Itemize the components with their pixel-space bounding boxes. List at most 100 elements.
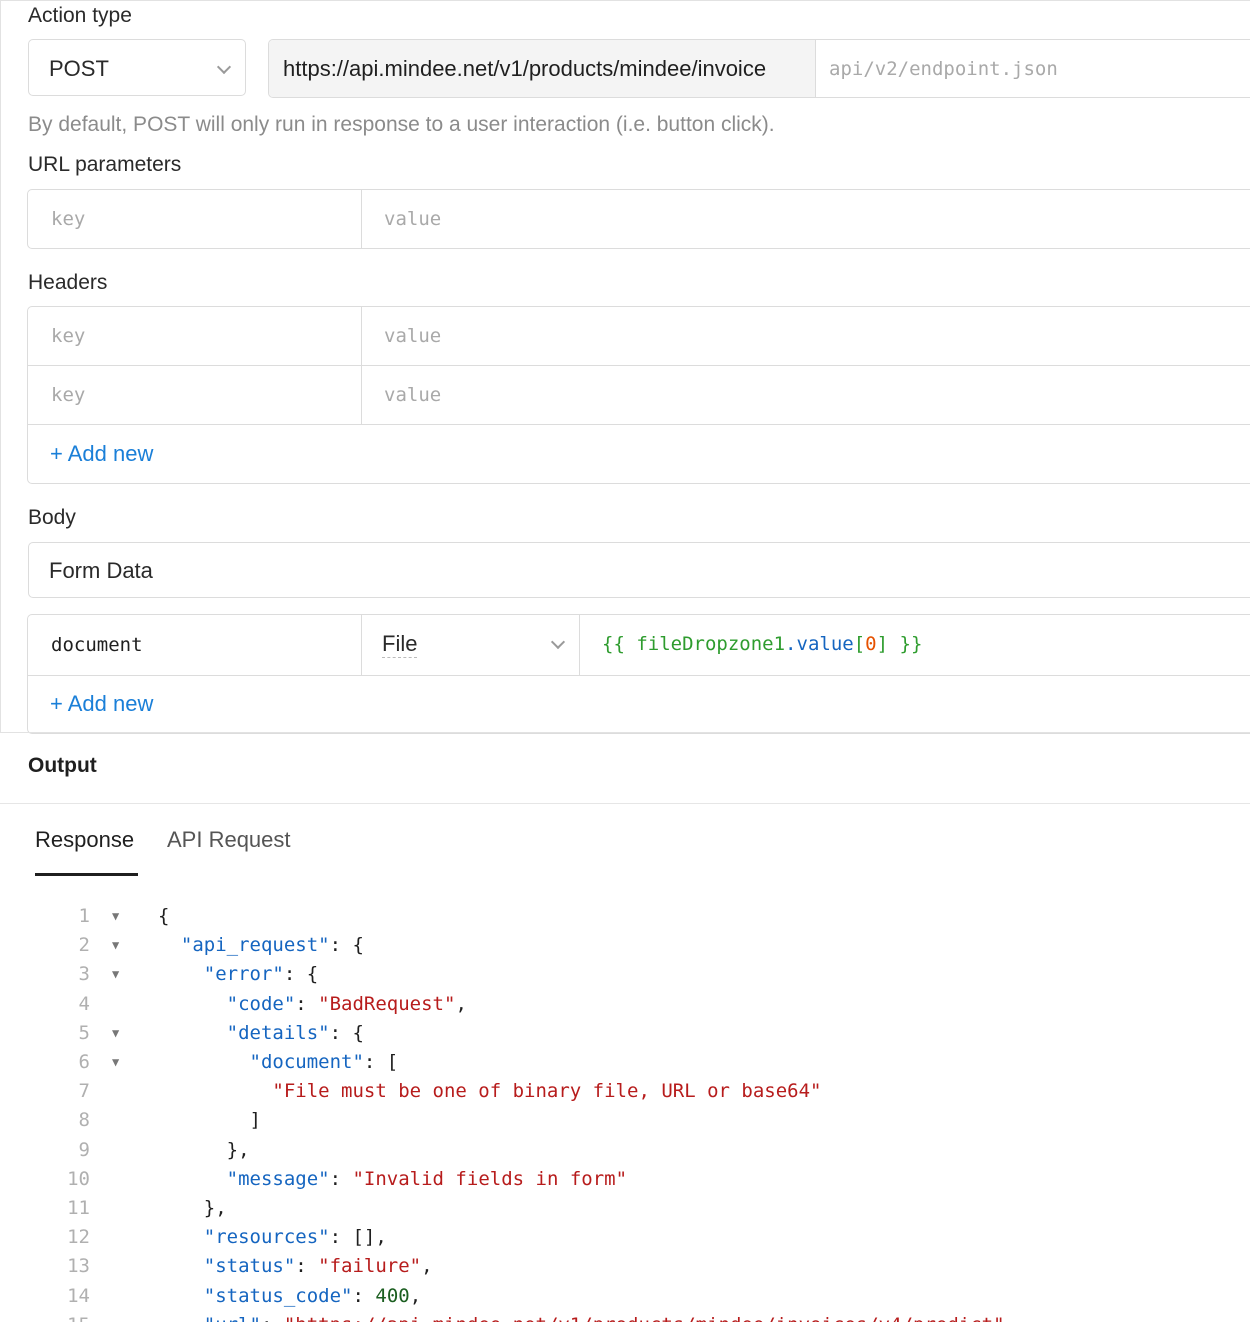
code-text: "status_code": 400, [203,1284,422,1307]
code-line: 2 ▼ "api_request": { [0,934,1250,963]
code-text: "api_request": { [180,934,364,957]
line-number: 9 [78,1138,90,1161]
url-base-field: https://api.mindee.net/v1/products/minde… [269,40,816,97]
form-data-table: document File {{ fileDropzone1.value[0] … [27,614,1250,734]
url-params-table: key value [27,189,1250,249]
code-line: 10 "message": "Invalid fields in form" [0,1168,1250,1197]
template-close: }} [888,633,923,655]
action-type-label: Action type [28,4,132,27]
line-number: 2 [78,934,90,957]
header-row: key value [28,307,1250,366]
fold-toggle-icon[interactable]: ▼ [112,938,119,952]
method-value: POST [49,56,109,81]
code-text: ] [158,1109,261,1132]
form-data-key-input[interactable]: document [28,615,362,675]
fold-toggle-icon[interactable]: ▼ [112,1055,119,1069]
line-number: 13 [67,1255,90,1278]
fold-toggle-icon[interactable]: ▼ [112,1026,119,1040]
line-number: 14 [67,1284,90,1307]
output-divider [0,803,1250,804]
code-text: "url": "https://api.mindee.net/v1/produc… [158,1314,1005,1322]
code-text: "details": { [226,1021,364,1044]
header-row: key value [28,366,1250,425]
headers-table: key value key value + Add new [27,306,1250,484]
url-base-text: https://api.mindee.net/v1/products/minde… [283,56,767,81]
code-line: 7 "File must be one of binary file, URL … [0,1080,1250,1109]
line-number: 5 [78,1021,90,1044]
code-text: "status": "failure", [203,1255,433,1278]
code-line: 6 ▼ "document": [ [0,1051,1250,1080]
code-line: 4 "code": "BadRequest", [0,993,1250,1022]
line-number: 10 [67,1167,90,1190]
code-line: 14 "status_code": 400, [0,1285,1250,1314]
line-number: 3 [78,963,90,986]
fold-toggle-icon[interactable]: ▼ [112,967,119,981]
body-type-value: Form Data [49,558,153,583]
code-line: 15 "url": "https://api.mindee.net/v1/pro… [0,1314,1250,1322]
chevron-down-icon [550,634,566,650]
active-tab-indicator [35,873,138,876]
code-line: 12 "resources": [], [0,1226,1250,1255]
code-text: "resources": [], [203,1226,387,1249]
key-placeholder: key [51,384,86,406]
response-code-viewer[interactable]: 1 ▼ {2 ▼ "api_request": { 3 ▼ "error": { 4 "co… [0,905,1250,1322]
line-number: 1 [78,905,90,927]
code-line: 3 ▼ "error": { [0,963,1250,992]
url-field: https://api.mindee.net/v1/products/minde… [268,39,1250,98]
code-text: "error": { [203,963,319,986]
output-divider [0,732,1250,733]
form-data-key: document [51,634,143,656]
line-number: 11 [67,1197,90,1219]
template-open: {{ [602,633,637,655]
line-number: 15 [40,1314,90,1322]
code-text: "File must be one of binary file, URL or… [272,1080,822,1103]
url-param-row: key value [28,190,1250,248]
key-placeholder: key [51,208,86,230]
template-bracket: [ [853,633,866,655]
form-data-type-value: File [382,631,418,658]
code-line: 8 ] [0,1109,1250,1138]
header-key-input[interactable]: key [28,366,362,424]
url-param-value-input[interactable]: value [384,208,441,230]
form-data-type-select[interactable]: File [361,615,580,675]
header-value-input[interactable]: value [384,384,441,406]
line-number: 8 [78,1109,90,1132]
line-number: 4 [78,992,90,1015]
method-hint: By default, POST will only run in respon… [28,113,775,136]
headers-add-new-button[interactable]: + Add new [50,441,153,467]
code-line: 9 }, [0,1139,1250,1168]
method-select[interactable]: POST [28,39,246,96]
code-line: 13 "status": "failure", [0,1255,1250,1284]
url-path-input[interactable]: api/v2/endpoint.json [829,58,1058,80]
headers-label: Headers [28,271,108,294]
tab-api-request[interactable]: API Request [167,827,291,853]
header-key-input[interactable]: key [28,307,362,365]
code-text: "message": "Invalid fields in form" [226,1167,628,1190]
chevron-down-icon [216,59,232,75]
code-text: "document": [ [249,1051,399,1073]
output-title: Output [28,754,97,777]
code-line: 11 }, [0,1197,1250,1226]
template-index: 0 [865,633,877,655]
code-line: 5 ▼ "details": { [0,1022,1250,1051]
form-data-row: document File {{ fileDropzone1.value[0] … [28,615,1250,676]
code-text: "code": "BadRequest", [226,992,467,1015]
url-params-label: URL parameters [28,153,182,176]
line-number: 7 [78,1080,90,1103]
code-text: }, [158,1138,250,1161]
fold-toggle-icon[interactable]: ▼ [112,909,119,923]
tab-response[interactable]: Response [35,827,134,853]
template-prop: value [796,633,854,655]
body-label: Body [28,506,76,529]
body-type-select[interactable]: Form Data [28,542,1250,598]
code-text: { [158,905,170,927]
header-value-input[interactable]: value [384,325,441,347]
url-param-key-input[interactable]: key [28,190,362,248]
form-data-value-input[interactable]: {{ fileDropzone1.value[0] }} [602,633,922,655]
template-object: fileDropzone1 [636,633,786,655]
template-dot: . [785,633,797,655]
code-text: }, [158,1197,227,1219]
key-placeholder: key [51,325,86,347]
form-data-add-new-button[interactable]: + Add new [50,691,153,717]
line-number: 12 [67,1226,90,1249]
